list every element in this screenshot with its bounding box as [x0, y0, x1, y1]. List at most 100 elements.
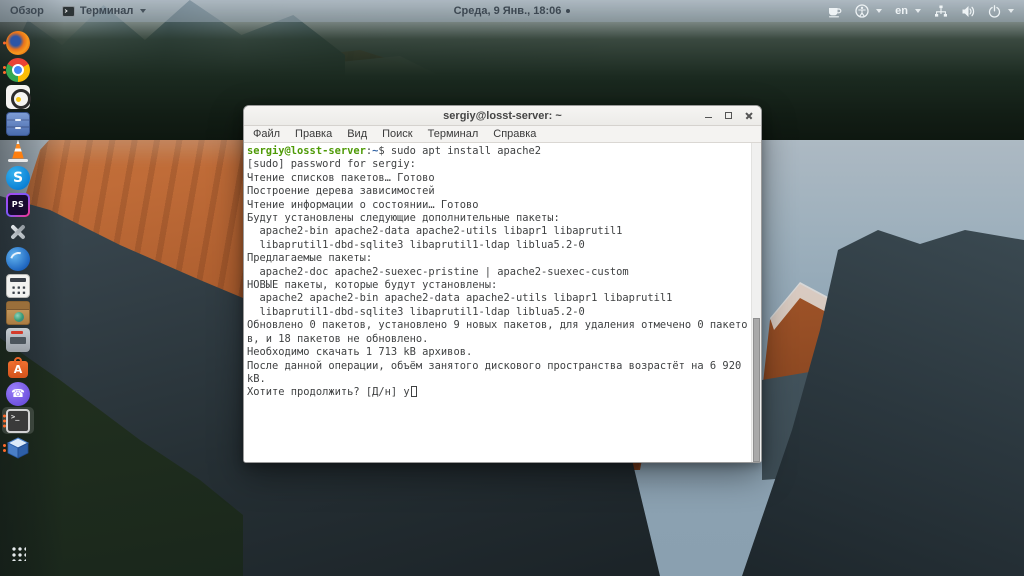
- confirm-question: Хотите продолжить? [Д/н] y: [247, 386, 410, 399]
- software-bag-icon: [6, 355, 30, 379]
- minimize-button[interactable]: [703, 110, 714, 121]
- maximize-button[interactable]: [723, 110, 734, 121]
- chevron-down-icon: [876, 9, 883, 13]
- dock-item-package-manager[interactable]: [2, 299, 34, 326]
- menu-file[interactable]: Файл: [253, 128, 280, 140]
- terminal-output-line: Необходимо скачать 1 713 kB архивов.: [247, 346, 473, 359]
- prompt-command: $ sudo apt install apache2: [378, 145, 542, 157]
- terminal-output-line: Будут установлены следующие дополнительн…: [247, 212, 560, 225]
- chrome-icon: [6, 57, 30, 82]
- close-button[interactable]: [743, 110, 754, 121]
- terminal-menubar: Файл Правка Вид Поиск Терминал Справка: [244, 126, 761, 143]
- dock-item-media-player[interactable]: [2, 83, 34, 110]
- power-menu-button[interactable]: [988, 4, 1014, 18]
- prompt-user-host: sergiy@losst-server: [247, 145, 366, 157]
- tools-icon: [6, 220, 30, 244]
- terminal-output-line: НОВЫЕ пакеты, которые будут установлены:: [247, 279, 498, 292]
- dock-item-thunderbird[interactable]: [2, 245, 34, 272]
- terminal-output-line: libaprutil1-dbd-sqlite3 libaprutil1-ldap…: [247, 238, 585, 251]
- media-player-icon: [6, 84, 31, 109]
- window-title: sergiy@losst-server: ~: [443, 109, 562, 122]
- top-panel: Обзор Терминал Среда, 9 Янв., 18:06 en: [0, 0, 1024, 22]
- dock-item-virtualbox[interactable]: [2, 434, 34, 461]
- activities-label: Обзор: [10, 5, 44, 17]
- terminal-output: [sudo] password for sergiy: Чтение списк…: [247, 158, 749, 386]
- vlc-cone-icon: [6, 139, 30, 163]
- dock-item-software-store[interactable]: [2, 353, 34, 380]
- dock-item-viber[interactable]: [2, 380, 34, 407]
- terminal-output-line: После данной операции, объём занятого ди…: [247, 359, 742, 372]
- desktop: Обзор Терминал Среда, 9 Янв., 18:06 en S…: [0, 0, 1024, 576]
- scrollbar-thumb[interactable]: [753, 318, 760, 462]
- terminal-output-line: libaprutil1-dbd-sqlite3 libaprutil1-ldap…: [247, 305, 585, 318]
- menu-terminal[interactable]: Терминал: [428, 128, 479, 140]
- window-titlebar[interactable]: sergiy@losst-server: ~: [244, 106, 761, 126]
- dock-item-terminal[interactable]: [2, 407, 34, 434]
- viber-icon: [6, 381, 30, 406]
- network-menu-button[interactable]: [934, 5, 948, 18]
- terminal-output-line: apache2-bin apache2-data apache2-utils l…: [247, 225, 623, 238]
- menu-view[interactable]: Вид: [347, 128, 367, 140]
- package-box-icon: [6, 300, 30, 325]
- accessibility-icon: [855, 4, 869, 18]
- terminal-icon: [6, 408, 30, 433]
- coffee-cup-icon: [829, 7, 842, 17]
- dock: [0, 22, 36, 576]
- dock-item-vlc[interactable]: [2, 137, 34, 164]
- chevron-down-icon: [915, 9, 921, 13]
- power-icon: [988, 4, 1001, 18]
- show-applications-button[interactable]: [2, 537, 34, 564]
- notification-dot: [566, 9, 571, 13]
- terminal-output-line: Обновлено 0 пакетов, установлено 9 новых…: [247, 319, 748, 332]
- dock-item-phpstorm[interactable]: [2, 191, 34, 218]
- coffee-indicator-button[interactable]: [827, 5, 842, 18]
- app-menu-label: Терминал: [79, 5, 134, 17]
- dock-item-file-cabinet[interactable]: [2, 110, 34, 137]
- firefox-icon: [6, 30, 30, 55]
- scanner-icon: [6, 327, 30, 352]
- terminal-window: sergiy@losst-server: ~ Файл Правка Вид П…: [243, 105, 762, 463]
- skype-icon: [6, 165, 30, 190]
- menu-edit[interactable]: Правка: [295, 128, 332, 140]
- network-wired-icon: [935, 5, 947, 17]
- keyboard-layout-label: en: [895, 5, 908, 17]
- terminal-scrollbar[interactable]: [751, 143, 761, 462]
- phpstorm-icon: [6, 193, 30, 217]
- terminal-output-line: Чтение списков пакетов… Готово: [247, 171, 435, 184]
- chevron-down-icon: [1008, 9, 1014, 13]
- terminal-input-line: Хотите продолжить? [Д/н] y: [247, 386, 749, 399]
- dock-item-tweak-tools[interactable]: [2, 218, 34, 245]
- calculator-icon: [6, 273, 30, 298]
- menu-search[interactable]: Поиск: [382, 128, 412, 140]
- clock-label[interactable]: Среда, 9 Янв., 18:06: [454, 5, 562, 17]
- terminal-output-line: Построение дерева зависимостей: [247, 185, 435, 198]
- terminal-output-line: Предлагаемые пакеты:: [247, 252, 373, 265]
- keyboard-layout-button[interactable]: en: [895, 5, 921, 17]
- thunderbird-icon: [6, 246, 30, 271]
- app-menu[interactable]: Терминал: [61, 5, 147, 17]
- terminal-output-line: Чтение информации о состоянии… Готово: [247, 198, 479, 211]
- show-applications-grid-icon: [10, 544, 26, 561]
- volume-icon: [962, 5, 975, 17]
- terminal-prompt-line: sergiy@losst-server:~$ sudo apt install …: [247, 145, 749, 158]
- activities-button[interactable]: Обзор: [10, 5, 44, 17]
- dock-item-firefox[interactable]: [2, 29, 34, 56]
- menu-help[interactable]: Справка: [493, 128, 536, 140]
- dock-item-skype[interactable]: [2, 164, 34, 191]
- dock-item-chrome[interactable]: [2, 56, 34, 83]
- terminal-content[interactable]: sergiy@losst-server:~$ sudo apt install …: [244, 143, 761, 462]
- virtualbox-icon: [6, 436, 30, 460]
- accessibility-menu-button[interactable]: [855, 4, 883, 18]
- volume-button[interactable]: [961, 5, 975, 18]
- dock-item-calculator[interactable]: [2, 272, 34, 299]
- chevron-down-icon: [140, 9, 147, 13]
- terminal-output-line: kB.: [247, 372, 266, 385]
- dock-item-scanner[interactable]: [2, 326, 34, 353]
- terminal-output-line: apache2 apache2-bin apache2-data apache2…: [247, 292, 673, 305]
- file-cabinet-icon: [6, 111, 30, 136]
- terminal-cursor: [410, 386, 417, 398]
- terminal-output-line: apache2-doc apache2-suexec-pristine | ap…: [247, 265, 629, 278]
- terminal-output-line: в, и 18 пакетов не обновлено.: [247, 332, 429, 345]
- terminal-mini-icon: [61, 5, 75, 17]
- terminal-output-line: [sudo] password for sergiy:: [247, 158, 423, 171]
